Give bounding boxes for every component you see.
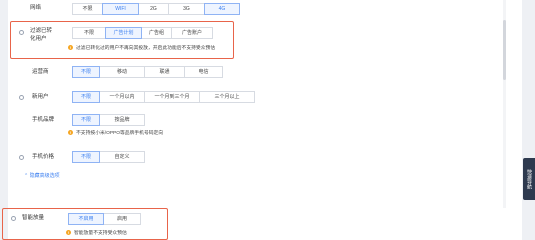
operator-option-unicom[interactable]: 联通 — [144, 66, 185, 78]
new-user-option-3m-plus[interactable]: 三个月以上 — [199, 91, 255, 103]
network-label: 网络 — [30, 5, 42, 11]
phone-brand-hint-text: 不支持按小米/OPPO等品牌手机号码定向 — [76, 131, 164, 136]
filter-converted-options: 不限 广告计划 广告组 广告账户 — [72, 27, 213, 39]
smart-release-hint-text: 智能放量不支持受众预估 — [74, 231, 127, 236]
operator-label: 运营商 — [32, 69, 49, 75]
hide-advanced-options-link[interactable]: ⌃ 隐藏高级选项 — [24, 172, 60, 179]
smart-release-options: 不启用 启用 — [68, 213, 141, 225]
phone-price-radio[interactable] — [19, 155, 24, 160]
network-option-2g[interactable]: 2G — [138, 3, 169, 15]
operator-option-unlimited[interactable]: 不限 — [72, 66, 100, 78]
warning-icon: ! — [68, 45, 73, 50]
phone-price-option-custom[interactable]: 自定义 — [99, 151, 145, 163]
filter-option-unlimited[interactable]: 不限 — [72, 27, 106, 39]
smart-release-label: 智能放量 — [22, 215, 45, 221]
network-options: 不限 WIFI 2G 3G 4G — [72, 3, 240, 15]
new-user-radio[interactable] — [19, 95, 24, 100]
smart-release-option-enabled[interactable]: 启用 — [103, 213, 141, 225]
phone-brand-hint: ! 不支持按小米/OPPO等品牌手机号码定向 — [68, 129, 163, 136]
network-option-wifi[interactable]: WIFI — [102, 3, 139, 15]
filter-option-campaign[interactable]: 广告计划 — [105, 27, 142, 39]
filter-converted-hint: ! 过滤已转化过的用户不再向其投放，开启此功能后不支持受众预估 — [68, 44, 215, 51]
hide-advanced-options-text: 隐藏高级选项 — [29, 173, 60, 179]
smart-release-option-disabled[interactable]: 不启用 — [68, 213, 104, 225]
phone-price-options: 不限 自定义 — [72, 151, 145, 163]
operator-option-telecom[interactable]: 电信 — [184, 66, 223, 78]
phone-brand-option-unlimited[interactable]: 不限 — [72, 114, 100, 126]
scrollbar[interactable] — [503, 0, 506, 212]
chevron-up-icon: ⌃ — [24, 173, 29, 179]
new-user-label: 新用户 — [32, 94, 49, 100]
network-option-4g[interactable]: 4G — [204, 3, 240, 15]
warning-icon: ! — [68, 130, 73, 135]
new-user-option-1m[interactable]: 一个月以内 — [99, 91, 145, 103]
smart-release-hint: ! 智能放量不支持受众预估 — [66, 229, 127, 236]
network-option-3g[interactable]: 3G — [168, 3, 205, 15]
new-user-options: 不限 一个月以内 一个月到三个月 三个月以上 — [72, 91, 255, 103]
phone-price-option-unlimited[interactable]: 不限 — [72, 151, 100, 163]
operator-option-mobile[interactable]: 移动 — [99, 66, 145, 78]
filter-converted-radio[interactable] — [19, 30, 24, 35]
targeting-panel: 网络 不限 WIFI 2G 3G 4G 过滤已转 化用户 不限 广告计划 广告组… — [8, 0, 522, 212]
new-user-option-1-3m[interactable]: 一个月到三个月 — [144, 91, 200, 103]
filter-converted-label-2: 化用户 — [30, 36, 47, 42]
scrollbar-thumb[interactable] — [503, 20, 506, 80]
phone-brand-label: 手机品牌 — [32, 117, 55, 123]
warning-icon: ! — [66, 230, 71, 235]
filter-option-account[interactable]: 广告账户 — [171, 27, 213, 39]
phone-brand-option-by-brand[interactable]: 按品牌 — [99, 114, 145, 126]
filter-option-adgroup[interactable]: 广告组 — [141, 27, 172, 39]
filter-converted-label-1: 过滤已转 — [30, 28, 53, 34]
smart-release-panel: 智能放量 不启用 启用 ! 智能放量不支持受众预估 — [2, 208, 522, 240]
phone-brand-options: 不限 按品牌 — [72, 114, 145, 126]
operator-options: 不限 移动 联通 电信 — [72, 66, 223, 78]
filter-converted-hint-text: 过滤已转化过的用户不再向其投放，开启此功能后不支持受众预估 — [76, 46, 216, 51]
quick-nav-tab[interactable]: 快速导航 — [523, 158, 535, 200]
phone-price-label: 手机价格 — [32, 154, 55, 160]
network-option-unlimited[interactable]: 不限 — [72, 3, 103, 15]
smart-release-radio[interactable] — [11, 216, 16, 221]
new-user-option-unlimited[interactable]: 不限 — [72, 91, 100, 103]
